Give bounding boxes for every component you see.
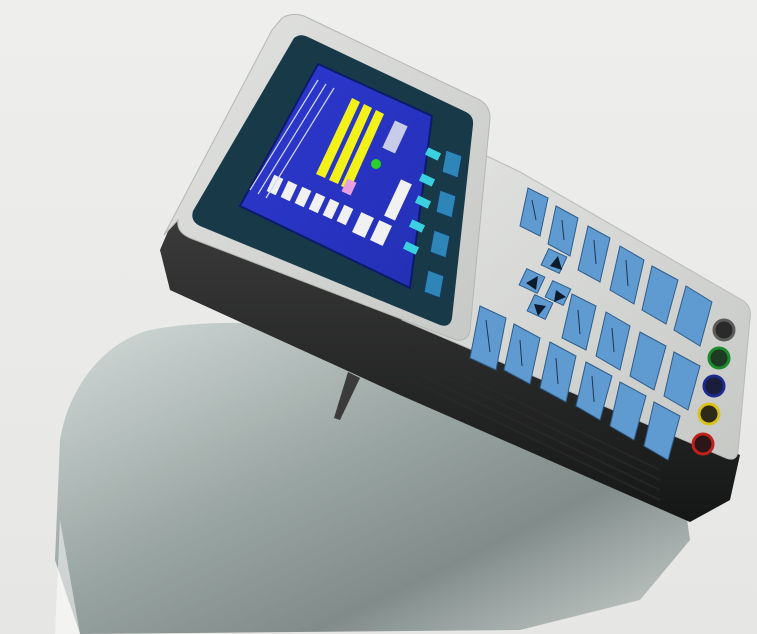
terminal-green [707,346,731,370]
terminal-blue [702,374,726,398]
terminal-red [691,432,715,456]
device-illustration [0,0,757,634]
terminal-black [712,318,736,342]
product-photo [0,0,757,634]
terminal-yellow [697,402,721,426]
